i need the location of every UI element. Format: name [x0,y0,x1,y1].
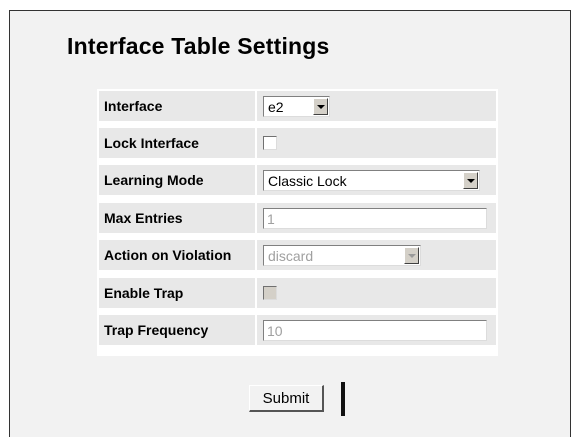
lock-interface-label: Lock Interface [99,128,255,158]
row-enable-trap: Enable Trap [97,276,498,308]
settings-form: Interface e2 Lock Interface Learning Mod… [97,89,498,356]
learning-mode-select[interactable]: Classic Lock [263,170,480,191]
lock-interface-checkbox[interactable] [263,136,277,150]
learning-mode-cell: Classic Lock [257,165,496,195]
enable-trap-checkbox[interactable] [263,286,277,300]
action-on-violation-label: Action on Violation [99,240,255,270]
submit-button[interactable]: Submit [249,385,324,412]
lock-interface-cell [257,128,496,158]
trap-frequency-label: Trap Frequency [99,315,255,345]
learning-mode-select-value: Classic Lock [268,172,347,189]
enable-trap-label: Enable Trap [99,278,255,308]
interface-select-value: e2 [268,98,284,115]
row-learning-mode: Learning Mode Classic Lock [97,163,498,195]
learning-mode-label: Learning Mode [99,165,255,195]
row-lock-interface: Lock Interface [97,126,498,158]
chevron-down-icon[interactable] [313,98,328,115]
chevron-down-icon[interactable] [463,172,478,189]
interface-cell: e2 [257,91,496,121]
trap-frequency-cell: 10 [257,315,496,345]
settings-frame: Interface Table Settings Interface e2 Lo… [9,10,571,437]
row-action-on-violation: Action on Violation discard [97,238,498,270]
interface-label: Interface [99,91,255,121]
max-entries-cell: 1 [257,203,496,233]
action-on-violation-select-value: discard [268,247,314,264]
action-on-violation-select[interactable]: discard [263,245,421,266]
submit-divider [341,382,345,416]
chevron-down-icon[interactable] [404,247,419,264]
max-entries-label: Max Entries [99,203,255,233]
row-max-entries: Max Entries 1 [97,201,498,233]
interface-select[interactable]: e2 [263,96,330,117]
trap-frequency-input[interactable]: 10 [263,320,487,341]
row-trap-frequency: Trap Frequency 10 [97,313,498,345]
page-title: Interface Table Settings [67,33,330,59]
row-interface: Interface e2 [97,89,498,121]
enable-trap-cell [257,278,496,308]
action-on-violation-cell: discard [257,240,496,270]
max-entries-input[interactable]: 1 [263,208,487,229]
